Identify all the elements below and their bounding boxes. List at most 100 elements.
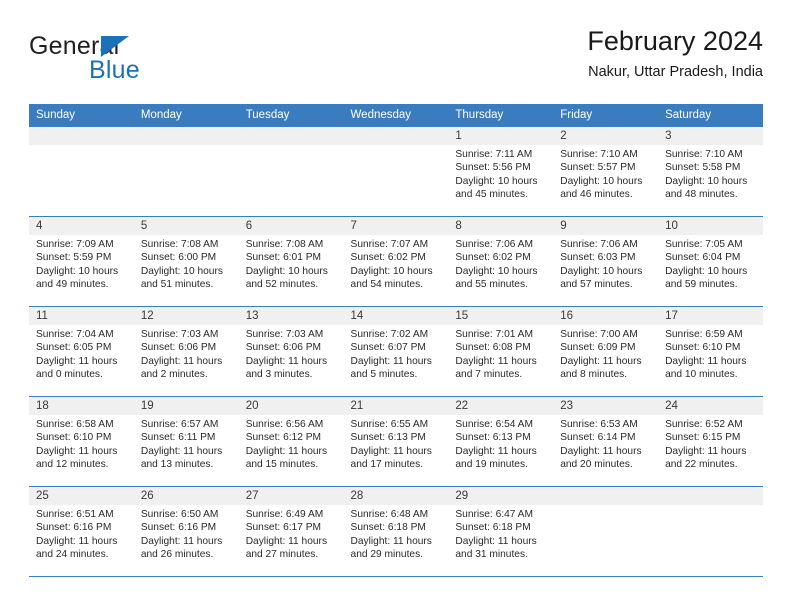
sunrise-time: Sunrise: 7:07 AM xyxy=(350,239,429,250)
sunrise-time: Sunrise: 7:10 AM xyxy=(665,149,743,160)
day-number: 7 xyxy=(343,217,449,235)
sunset-time: Sunset: 6:13 PM xyxy=(455,432,531,444)
daylight-duration-line1: Daylight: 11 hours xyxy=(350,535,432,547)
calendar-cell-inner: 14 Sunrise: 7:02 AM Sunset: 6:07 PM Dayligh… xyxy=(343,307,449,396)
calendar-day-cell[interactable]: 26 Sunrise: 6:50 AM Sunset: 6:16 PM Dayligh… xyxy=(133,486,239,577)
calendar-day-cell[interactable]: 21 Sunrise: 6:55 AM Sunset: 6:13 PM Dayligh… xyxy=(343,396,449,487)
logo-text-blue: Blue xyxy=(89,56,140,84)
calendar-cell-inner: 27 Sunrise: 6:49 AM Sunset: 6:17 PM Dayligh… xyxy=(238,487,344,576)
calendar-day-cell[interactable]: 1 Sunrise: 7:11 AM Sunset: 5:56 PM Daylight… xyxy=(448,126,554,217)
calendar-day-cell[interactable]: 20 Sunrise: 6:56 AM Sunset: 6:12 PM Dayligh… xyxy=(238,396,344,487)
daylight-duration-line2: and 52 minutes. xyxy=(245,279,319,291)
calendar-day-cell[interactable]: 8 Sunrise: 7:06 AM Sunset: 6:02 PM Daylight… xyxy=(448,216,554,307)
sunset-time: Sunset: 5:56 PM xyxy=(455,162,531,174)
calendar-day-cell[interactable]: 22 Sunrise: 6:54 AM Sunset: 6:13 PM Dayligh… xyxy=(448,396,554,487)
day-number: 3 xyxy=(658,127,763,145)
day-number xyxy=(29,127,134,145)
day-number: 24 xyxy=(658,397,763,415)
calendar-day-cell[interactable]: 29 Sunrise: 6:47 AM Sunset: 6:18 PM Dayligh… xyxy=(448,486,554,577)
daylight-duration-line2: and 27 minutes. xyxy=(245,549,319,561)
calendar-cell-inner: 19 Sunrise: 6:57 AM Sunset: 6:11 PM Dayligh… xyxy=(133,397,239,486)
calendar-day-cell[interactable]: 16 Sunrise: 7:00 AM Sunset: 6:09 PM Dayligh… xyxy=(553,306,659,397)
weekday-header-friday: Friday xyxy=(553,104,659,127)
daylight-duration-line1: Daylight: 11 hours xyxy=(560,355,642,367)
calendar-day-cell[interactable]: 18 Sunrise: 6:58 AM Sunset: 6:10 PM Dayligh… xyxy=(29,396,134,487)
calendar-day-cell[interactable]: 15 Sunrise: 7:01 AM Sunset: 6:08 PM Dayligh… xyxy=(448,306,554,397)
calendar-day-cell[interactable]: 3 Sunrise: 7:10 AM Sunset: 5:58 PM Daylight… xyxy=(658,126,763,217)
calendar-cell-inner: 6 Sunrise: 7:08 AM Sunset: 6:01 PM Daylight… xyxy=(238,217,344,306)
calendar-cell-inner: 21 Sunrise: 6:55 AM Sunset: 6:13 PM Dayligh… xyxy=(343,397,449,486)
sunrise-time: Sunrise: 7:06 AM xyxy=(560,239,638,250)
daylight-duration-line1: Daylight: 10 hours xyxy=(140,265,223,277)
day-details: Sunrise: 7:00 AM Sunset: 6:09 PM Daylight:… xyxy=(553,325,658,382)
calendar-cell-empty xyxy=(238,126,344,217)
day-details xyxy=(658,505,763,508)
general-blue-logo[interactable]: General Blue xyxy=(29,34,259,90)
sunrise-time: Sunrise: 7:02 AM xyxy=(350,329,429,340)
day-number: 20 xyxy=(238,397,344,415)
calendar-week-row: 18 Sunrise: 6:58 AM Sunset: 6:10 PM Dayligh… xyxy=(29,396,763,487)
calendar-day-cell[interactable]: 2 Sunrise: 7:10 AM Sunset: 5:57 PM Daylight… xyxy=(553,126,659,217)
calendar-day-cell[interactable]: 13 Sunrise: 7:03 AM Sunset: 6:06 PM Dayligh… xyxy=(238,306,344,397)
weekday-header-wednesday: Wednesday xyxy=(343,104,449,127)
sunrise-time: Sunrise: 7:10 AM xyxy=(560,149,638,160)
day-number: 4 xyxy=(29,217,134,235)
day-details: Sunrise: 6:49 AM Sunset: 6:17 PM Daylight:… xyxy=(239,505,344,562)
day-details: Sunrise: 7:09 AM Sunset: 5:59 PM Daylight:… xyxy=(29,235,134,292)
calendar-day-cell[interactable]: 19 Sunrise: 6:57 AM Sunset: 6:11 PM Dayligh… xyxy=(133,396,239,487)
day-number xyxy=(133,127,239,145)
daylight-duration-line2: and 46 minutes. xyxy=(560,189,633,201)
sunset-time: Sunset: 6:14 PM xyxy=(560,432,636,444)
logo-triangle-icon xyxy=(101,36,129,57)
calendar-day-cell[interactable]: 17 Sunrise: 6:59 AM Sunset: 6:10 PM Dayligh… xyxy=(658,306,763,397)
calendar-day-cell[interactable]: 23 Sunrise: 6:53 AM Sunset: 6:14 PM Dayligh… xyxy=(553,396,659,487)
calendar-cell-inner xyxy=(133,127,239,216)
day-number: 1 xyxy=(448,127,554,145)
calendar-cell-inner: 28 Sunrise: 6:48 AM Sunset: 6:18 PM Dayligh… xyxy=(343,487,449,576)
day-number: 2 xyxy=(553,127,659,145)
daylight-duration-line1: Daylight: 11 hours xyxy=(455,535,537,547)
calendar-day-cell[interactable]: 27 Sunrise: 6:49 AM Sunset: 6:17 PM Dayligh… xyxy=(238,486,344,577)
daylight-duration-line2: and 15 minutes. xyxy=(245,459,319,471)
day-details: Sunrise: 6:54 AM Sunset: 6:13 PM Daylight:… xyxy=(448,415,553,472)
calendar-day-cell[interactable]: 7 Sunrise: 7:07 AM Sunset: 6:02 PM Daylight… xyxy=(343,216,449,307)
daylight-duration-line1: Daylight: 10 hours xyxy=(665,265,748,277)
day-number: 13 xyxy=(238,307,344,325)
daylight-duration-line1: Daylight: 11 hours xyxy=(350,355,432,367)
sunrise-time: Sunrise: 7:08 AM xyxy=(245,239,324,250)
calendar-day-cell[interactable]: 25 Sunrise: 6:51 AM Sunset: 6:16 PM Dayligh… xyxy=(29,486,134,577)
calendar-day-cell[interactable]: 4 Sunrise: 7:09 AM Sunset: 5:59 PM Daylight… xyxy=(29,216,134,307)
day-number: 12 xyxy=(133,307,239,325)
calendar-day-cell[interactable]: 12 Sunrise: 7:03 AM Sunset: 6:06 PM Dayligh… xyxy=(133,306,239,397)
daylight-duration-line2: and 2 minutes. xyxy=(140,369,208,381)
calendar-week-row: 25 Sunrise: 6:51 AM Sunset: 6:16 PM Dayligh… xyxy=(29,486,763,577)
calendar-cell-inner: 3 Sunrise: 7:10 AM Sunset: 5:58 PM Daylight… xyxy=(658,127,763,216)
sunset-time: Sunset: 6:09 PM xyxy=(560,342,636,354)
daylight-duration-line1: Daylight: 11 hours xyxy=(36,535,118,547)
day-number: 26 xyxy=(133,487,239,505)
calendar-day-cell[interactable]: 6 Sunrise: 7:08 AM Sunset: 6:01 PM Daylight… xyxy=(238,216,344,307)
calendar-day-cell[interactable]: 10 Sunrise: 7:05 AM Sunset: 6:04 PM Dayligh… xyxy=(658,216,763,307)
calendar-day-cell[interactable]: 28 Sunrise: 6:48 AM Sunset: 6:18 PM Dayligh… xyxy=(343,486,449,577)
calendar-day-cell[interactable]: 14 Sunrise: 7:02 AM Sunset: 6:07 PM Dayligh… xyxy=(343,306,449,397)
day-number: 16 xyxy=(553,307,659,325)
calendar-cell-inner: 22 Sunrise: 6:54 AM Sunset: 6:13 PM Dayligh… xyxy=(448,397,554,486)
calendar-day-cell[interactable]: 5 Sunrise: 7:08 AM Sunset: 6:00 PM Daylight… xyxy=(133,216,239,307)
calendar-cell-inner: 11 Sunrise: 7:04 AM Sunset: 6:05 PM Dayligh… xyxy=(29,307,134,396)
calendar-day-cell[interactable]: 9 Sunrise: 7:06 AM Sunset: 6:03 PM Daylight… xyxy=(553,216,659,307)
day-details: Sunrise: 7:10 AM Sunset: 5:58 PM Daylight:… xyxy=(658,145,763,202)
daylight-duration-line1: Daylight: 11 hours xyxy=(455,355,537,367)
page-title: February 2024 xyxy=(587,26,763,56)
sunrise-time: Sunrise: 6:49 AM xyxy=(245,509,324,520)
calendar-day-cell[interactable]: 24 Sunrise: 6:52 AM Sunset: 6:15 PM Dayligh… xyxy=(658,396,763,487)
sunset-time: Sunset: 6:15 PM xyxy=(665,432,741,444)
day-details: Sunrise: 7:07 AM Sunset: 6:02 PM Daylight:… xyxy=(344,235,449,292)
daylight-duration-line2: and 31 minutes. xyxy=(455,549,528,561)
daylight-duration-line2: and 17 minutes. xyxy=(350,459,424,471)
daylight-duration-line1: Daylight: 11 hours xyxy=(140,445,223,457)
daylight-duration-line2: and 7 minutes. xyxy=(455,369,523,381)
calendar-cell-inner: 24 Sunrise: 6:52 AM Sunset: 6:15 PM Dayligh… xyxy=(658,397,763,486)
calendar-cell-inner: 25 Sunrise: 6:51 AM Sunset: 6:16 PM Dayligh… xyxy=(29,487,134,576)
calendar-day-cell[interactable]: 11 Sunrise: 7:04 AM Sunset: 6:05 PM Dayligh… xyxy=(29,306,134,397)
day-details: Sunrise: 6:59 AM Sunset: 6:10 PM Daylight:… xyxy=(658,325,763,382)
